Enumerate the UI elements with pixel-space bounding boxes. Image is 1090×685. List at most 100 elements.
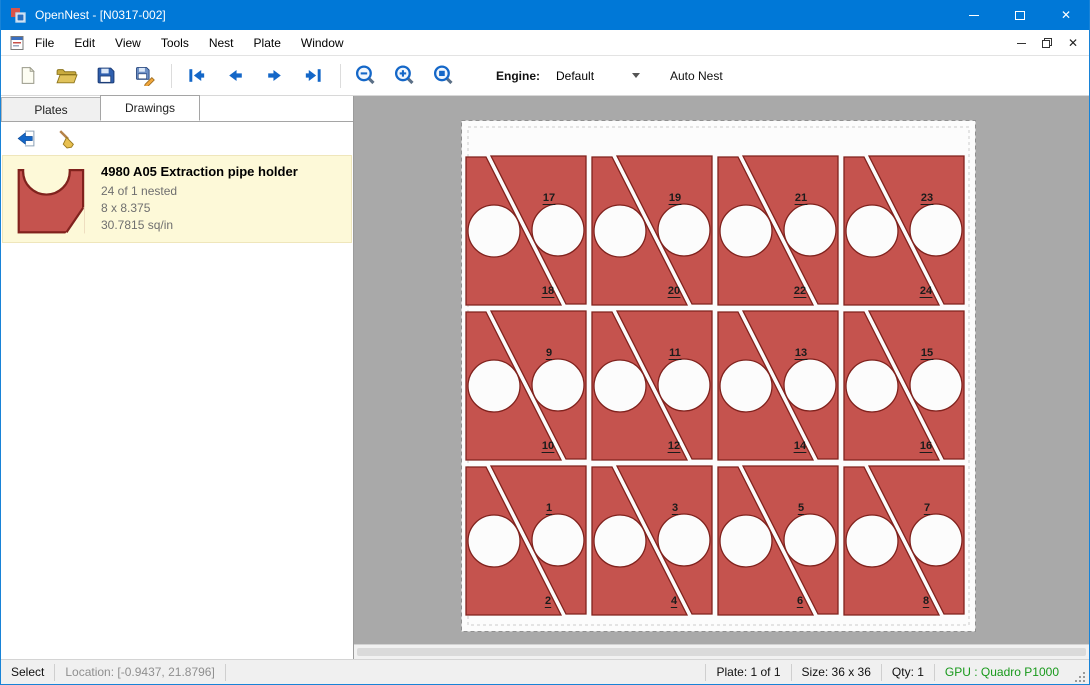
first-plate-button[interactable]	[182, 62, 210, 90]
previous-plate-button[interactable]	[221, 62, 249, 90]
toolbar-separator	[340, 64, 341, 88]
part-hole	[784, 204, 836, 256]
engine-value: Default	[556, 69, 594, 83]
new-file-button[interactable]	[13, 62, 41, 90]
maximize-button[interactable]	[997, 0, 1043, 30]
main-region: Plates Drawings	[1, 96, 1089, 659]
part-number: 17	[543, 192, 555, 204]
close-icon: ✕	[1061, 9, 1071, 21]
part-number: 20	[668, 285, 680, 297]
menu-edit[interactable]: Edit	[64, 30, 105, 55]
app-icon[interactable]	[10, 7, 26, 23]
zoom-out-button[interactable]	[351, 62, 379, 90]
drawing-list: 4980 A05 Extraction pipe holder 24 of 1 …	[1, 154, 353, 659]
zoom-in-button[interactable]	[390, 62, 418, 90]
menu-nest[interactable]: Nest	[199, 30, 244, 55]
mdi-restore-button[interactable]	[1037, 33, 1057, 53]
menu-tools[interactable]: Tools	[151, 30, 199, 55]
part-number: 7	[924, 502, 930, 514]
part-number: 10	[542, 440, 554, 452]
part-hole	[846, 360, 898, 412]
menu-plate[interactable]: Plate	[244, 30, 291, 55]
menu-window[interactable]: Window	[291, 30, 354, 55]
nest-svg[interactable]: 171819202122232491011121314151612345678	[461, 120, 976, 632]
close-button[interactable]: ✕	[1043, 0, 1089, 30]
part-number: 16	[920, 440, 932, 452]
part-hole	[720, 515, 772, 567]
move-drawing-button[interactable]	[11, 125, 41, 151]
minimize-icon	[969, 15, 979, 16]
toolbar: Engine: Default Auto Nest	[1, 56, 1089, 96]
part-number: 13	[795, 347, 807, 359]
part-hole	[784, 514, 836, 566]
open-button[interactable]	[52, 62, 80, 90]
status-qty: Qty: 1	[882, 665, 934, 679]
status-gpu: GPU : Quadro P1000	[935, 665, 1069, 679]
part-hole	[532, 204, 584, 256]
drawing-name: 4980 A05 Extraction pipe holder	[101, 164, 298, 179]
tab-drawings[interactable]: Drawings	[100, 95, 200, 121]
drawing-dimensions: 8 x 8.375	[101, 200, 298, 217]
zoom-out-icon	[354, 64, 377, 87]
part-number: 3	[672, 502, 678, 514]
auto-nest-button[interactable]: Auto Nest	[664, 66, 729, 86]
part-number: 6	[797, 595, 803, 607]
plate[interactable]: 171819202122232491011121314151612345678	[461, 120, 976, 632]
part-hole	[468, 515, 520, 567]
horizontal-scrollbar[interactable]	[354, 644, 1089, 659]
part-hole	[594, 515, 646, 567]
last-plate-button[interactable]	[299, 62, 327, 90]
part-hole	[846, 515, 898, 567]
mdi-minimize-icon	[1017, 43, 1026, 44]
first-arrow-icon	[186, 65, 207, 86]
open-folder-icon	[55, 65, 78, 86]
part-hole	[658, 359, 710, 411]
zoom-in-icon	[393, 64, 416, 87]
part-hole	[532, 514, 584, 566]
part-hole	[532, 359, 584, 411]
nest-canvas[interactable]: 171819202122232491011121314151612345678	[354, 96, 1089, 659]
document-icon[interactable]	[9, 35, 25, 51]
part-number: 4	[671, 595, 678, 607]
part-hole	[720, 360, 772, 412]
zoom-fit-button[interactable]	[429, 62, 457, 90]
menubar: File Edit View Tools Nest Plate Window ✕	[1, 30, 1089, 56]
next-arrow-icon	[264, 65, 285, 86]
menu-file[interactable]: File	[25, 30, 64, 55]
sidebar-toolbar	[1, 123, 353, 153]
zoom-fit-icon	[432, 64, 455, 87]
resize-grip[interactable]	[1073, 670, 1087, 684]
tab-plates[interactable]: Plates	[1, 97, 101, 121]
mdi-minimize-button[interactable]	[1011, 33, 1031, 53]
part-number: 12	[668, 440, 680, 452]
save-edit-button[interactable]	[130, 62, 158, 90]
drawing-list-item[interactable]: 4980 A05 Extraction pipe holder 24 of 1 …	[2, 155, 352, 243]
part-number: 18	[542, 285, 554, 297]
status-size: Size: 36 x 36	[792, 665, 881, 679]
part-hole	[846, 205, 898, 257]
part-number: 14	[794, 440, 807, 452]
part-number: 2	[545, 595, 551, 607]
scrollbar-thumb[interactable]	[357, 648, 1086, 656]
menu-view[interactable]: View	[105, 30, 151, 55]
new-file-icon	[17, 65, 38, 86]
last-arrow-icon	[303, 65, 324, 86]
save-edit-icon	[134, 65, 155, 86]
status-mode: Select	[1, 665, 54, 679]
part-hole	[658, 204, 710, 256]
mdi-close-icon: ✕	[1068, 36, 1078, 50]
part-hole	[910, 359, 962, 411]
engine-label: Engine:	[496, 69, 540, 83]
minimize-button[interactable]	[951, 0, 997, 30]
part-number: 8	[923, 595, 929, 607]
app-window: OpenNest - [N0317-002] ✕ File Edit View …	[0, 0, 1090, 685]
part-number: 23	[921, 192, 933, 204]
part-number: 24	[920, 285, 933, 297]
next-plate-button[interactable]	[260, 62, 288, 90]
mdi-close-button[interactable]: ✕	[1063, 33, 1083, 53]
engine-select[interactable]: Default	[550, 65, 646, 87]
part-hole	[468, 360, 520, 412]
statusbar: Select Location: [-0.9437, 21.8796] Plat…	[1, 659, 1089, 684]
clear-button[interactable]	[51, 125, 81, 151]
save-button[interactable]	[91, 62, 119, 90]
